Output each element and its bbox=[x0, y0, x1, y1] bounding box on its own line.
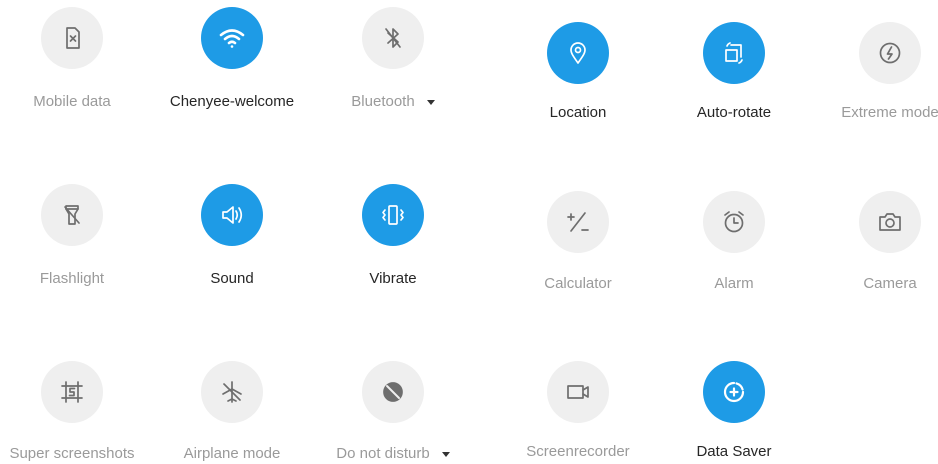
tile-auto-rotate[interactable]: Auto-rotate bbox=[664, 22, 804, 122]
tile-location[interactable]: Location bbox=[508, 22, 648, 122]
tile-label: Camera bbox=[863, 275, 917, 292]
speaker-icon bbox=[222, 206, 243, 224]
alarm-clock-icon bbox=[724, 211, 744, 233]
tile-label: Bluetooth bbox=[351, 93, 415, 110]
tile-screenrecorder[interactable]: Screenrecorder bbox=[508, 361, 648, 461]
tile-label: Chenyee-welcome bbox=[169, 93, 295, 110]
vibrate-toggle[interactable] bbox=[362, 184, 424, 246]
location-pin-icon bbox=[570, 42, 586, 64]
vibrate-icon bbox=[382, 205, 404, 225]
tile-bluetooth[interactable]: Bluetooth bbox=[323, 7, 463, 111]
data-saver-toggle[interactable] bbox=[703, 361, 765, 423]
extreme-mode-icon bbox=[879, 42, 901, 64]
dropdown-arrow-icon[interactable] bbox=[441, 451, 450, 457]
screenrecorder-button[interactable] bbox=[547, 361, 609, 423]
tile-label: Vibrate bbox=[369, 270, 417, 287]
do-not-disturb-icon bbox=[383, 382, 403, 402]
tile-wifi[interactable]: Chenyee-welcome bbox=[162, 7, 302, 111]
tile-label: Data Saver bbox=[696, 443, 772, 460]
camera-icon bbox=[879, 213, 901, 231]
tile-airplane-mode[interactable]: Airplane mode bbox=[162, 361, 302, 463]
tile-label: Extreme mode bbox=[841, 104, 938, 121]
auto-rotate-toggle[interactable] bbox=[703, 22, 765, 84]
flashlight-toggle[interactable] bbox=[41, 184, 103, 246]
alarm-button[interactable] bbox=[703, 191, 765, 253]
airplane-mode-toggle[interactable] bbox=[201, 361, 263, 423]
tile-do-not-disturb[interactable]: Do not disturb bbox=[323, 361, 463, 463]
mobile-data-toggle[interactable] bbox=[41, 7, 103, 69]
tile-flashlight[interactable]: Flashlight bbox=[2, 184, 142, 288]
tile-camera[interactable]: Camera bbox=[820, 191, 938, 293]
tile-label: Sound bbox=[210, 270, 254, 287]
sound-toggle[interactable] bbox=[201, 184, 263, 246]
airplane-off-icon bbox=[222, 381, 242, 403]
tile-label: Airplane mode bbox=[183, 445, 281, 462]
screen-recorder-icon bbox=[567, 385, 589, 399]
tile-sound[interactable]: Sound bbox=[162, 184, 302, 288]
wifi-toggle[interactable] bbox=[201, 7, 263, 69]
tile-label: Calculator bbox=[544, 275, 612, 292]
bluetooth-off-icon bbox=[385, 28, 401, 48]
tile-label: Screenrecorder bbox=[526, 443, 630, 460]
tile-label: Alarm bbox=[714, 275, 754, 292]
auto-rotate-icon bbox=[725, 42, 743, 64]
tile-extreme-mode[interactable]: Extreme mode bbox=[820, 22, 938, 122]
tile-mobile-data[interactable]: Mobile data bbox=[2, 7, 142, 111]
tile-label: Do not disturb bbox=[336, 445, 430, 462]
tile-label: Auto-rotate bbox=[696, 104, 772, 121]
tile-label: Location bbox=[549, 104, 607, 121]
tile-vibrate[interactable]: Vibrate bbox=[323, 184, 463, 288]
dropdown-arrow-icon[interactable] bbox=[426, 99, 435, 105]
super-screenshots-button[interactable] bbox=[41, 361, 103, 423]
tile-label: Mobile data bbox=[33, 93, 111, 110]
tile-super-screenshots[interactable]: Super screenshots bbox=[2, 361, 142, 463]
data-saver-icon bbox=[723, 381, 745, 403]
flashlight-off-icon bbox=[64, 205, 80, 225]
calculator-button[interactable] bbox=[547, 191, 609, 253]
tile-data-saver[interactable]: Data Saver bbox=[664, 361, 804, 461]
extreme-mode-toggle[interactable] bbox=[859, 22, 921, 84]
tile-label: Flashlight bbox=[39, 270, 105, 287]
calculator-icon bbox=[567, 212, 589, 232]
bluetooth-toggle[interactable] bbox=[362, 7, 424, 69]
tile-label: Super screenshots bbox=[9, 445, 135, 462]
super-screenshot-icon bbox=[61, 381, 83, 403]
tile-alarm[interactable]: Alarm bbox=[664, 191, 804, 293]
do-not-disturb-toggle[interactable] bbox=[362, 361, 424, 423]
wifi-icon bbox=[219, 29, 245, 48]
location-toggle[interactable] bbox=[547, 22, 609, 84]
tile-calculator[interactable]: Calculator bbox=[508, 191, 648, 293]
camera-button[interactable] bbox=[859, 191, 921, 253]
sim-off-icon bbox=[66, 27, 80, 49]
